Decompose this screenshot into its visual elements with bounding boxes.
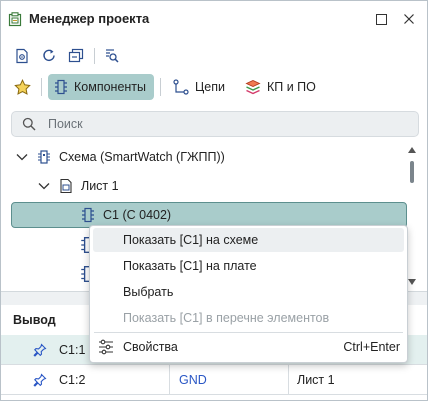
tab-nets[interactable]: Цепи [167, 74, 233, 100]
context-menu: Показать [C1] на схеме Показать [C1] на … [89, 225, 408, 363]
tree-item-sheet[interactable]: Лист 1 [37, 173, 119, 199]
pin-icon [33, 343, 47, 357]
chevron-down-icon[interactable] [15, 150, 29, 164]
search-icon [22, 117, 36, 131]
layers-icon [245, 80, 261, 95]
table-row[interactable]: C1:2 GND Лист 1 [1, 365, 427, 395]
pin-cell: C1:2 [59, 373, 86, 387]
tab-layers-label: КП и ПО [266, 80, 316, 94]
search-input[interactable] [48, 117, 388, 131]
tab-layers[interactable]: КП и ПО [239, 74, 324, 100]
net-cell[interactable]: GND [179, 365, 207, 395]
tree-item-schematic[interactable]: Схема (SmartWatch (ГЖПП)) [15, 144, 225, 170]
search-box [11, 111, 419, 137]
restore-button[interactable] [373, 11, 389, 27]
component-icon [79, 206, 97, 224]
scroll-down-icon[interactable] [408, 279, 416, 285]
sheet-icon [57, 177, 75, 195]
title-bar: Менеджер проекта [1, 1, 427, 37]
tab-separator [41, 78, 42, 96]
column-divider [288, 365, 289, 395]
scroll-up-icon[interactable] [408, 147, 416, 153]
collapse-icon [68, 48, 84, 63]
star-icon [13, 78, 31, 95]
shortcut-label: Ctrl+Enter [343, 340, 400, 354]
toolbar [11, 45, 128, 67]
tab-nets-label: Цепи [195, 80, 225, 94]
tab-separator [160, 78, 162, 96]
column-header-pin[interactable]: Вывод [13, 305, 56, 335]
settings-icon [99, 339, 113, 355]
tab-bar: Компоненты Цепи КП и ПО [11, 73, 330, 101]
tree-item-label: Лист 1 [81, 179, 119, 193]
close-button[interactable] [401, 11, 417, 27]
menu-item-show-on-board[interactable]: Показать [C1] на плате [93, 254, 404, 278]
refresh-button[interactable] [38, 45, 60, 67]
menu-item-properties[interactable]: Свойства Ctrl+Enter [93, 335, 404, 359]
chevron-down-icon[interactable] [37, 179, 51, 193]
tab-components[interactable]: Компоненты [48, 74, 155, 100]
pin-cell: C1:1 [59, 343, 86, 357]
close-icon [404, 14, 414, 24]
toolbar-separator [94, 48, 95, 64]
sheet-cell: Лист 1 [297, 373, 335, 387]
refresh-icon [43, 49, 55, 62]
menu-item-show-in-bom: Показать [C1] в перечне элементов [123, 311, 330, 325]
project-manager-icon [8, 12, 22, 27]
pin-icon [33, 373, 47, 387]
search-settings-button[interactable] [101, 45, 123, 67]
restore-icon [375, 13, 387, 25]
tree-scrollbar[interactable] [407, 147, 417, 291]
favorites-button[interactable] [11, 75, 33, 99]
collapse-button[interactable] [65, 45, 87, 67]
tab-components-label: Компоненты [74, 80, 147, 94]
project-manager-window: Менеджер проекта Компоненты Цепи КП и ПО… [0, 0, 428, 401]
tree-item-label: C1 (C 0402) [103, 208, 172, 222]
scrollbar-thumb[interactable] [410, 161, 414, 183]
view-icon [16, 48, 28, 64]
window-title: Менеджер проекта [29, 11, 150, 26]
component-icon [55, 79, 67, 95]
net-icon [173, 79, 189, 95]
menu-separator [94, 332, 403, 333]
column-divider [169, 365, 170, 395]
view-button[interactable] [11, 45, 33, 67]
schematic-icon [35, 148, 53, 166]
menu-item-show-on-schematic[interactable]: Показать [C1] на схеме [93, 228, 404, 252]
menu-item-select[interactable]: Выбрать [93, 280, 404, 304]
tree-item-label: Схема (SmartWatch (ГЖПП)) [59, 150, 225, 164]
search-settings-icon [106, 49, 119, 63]
